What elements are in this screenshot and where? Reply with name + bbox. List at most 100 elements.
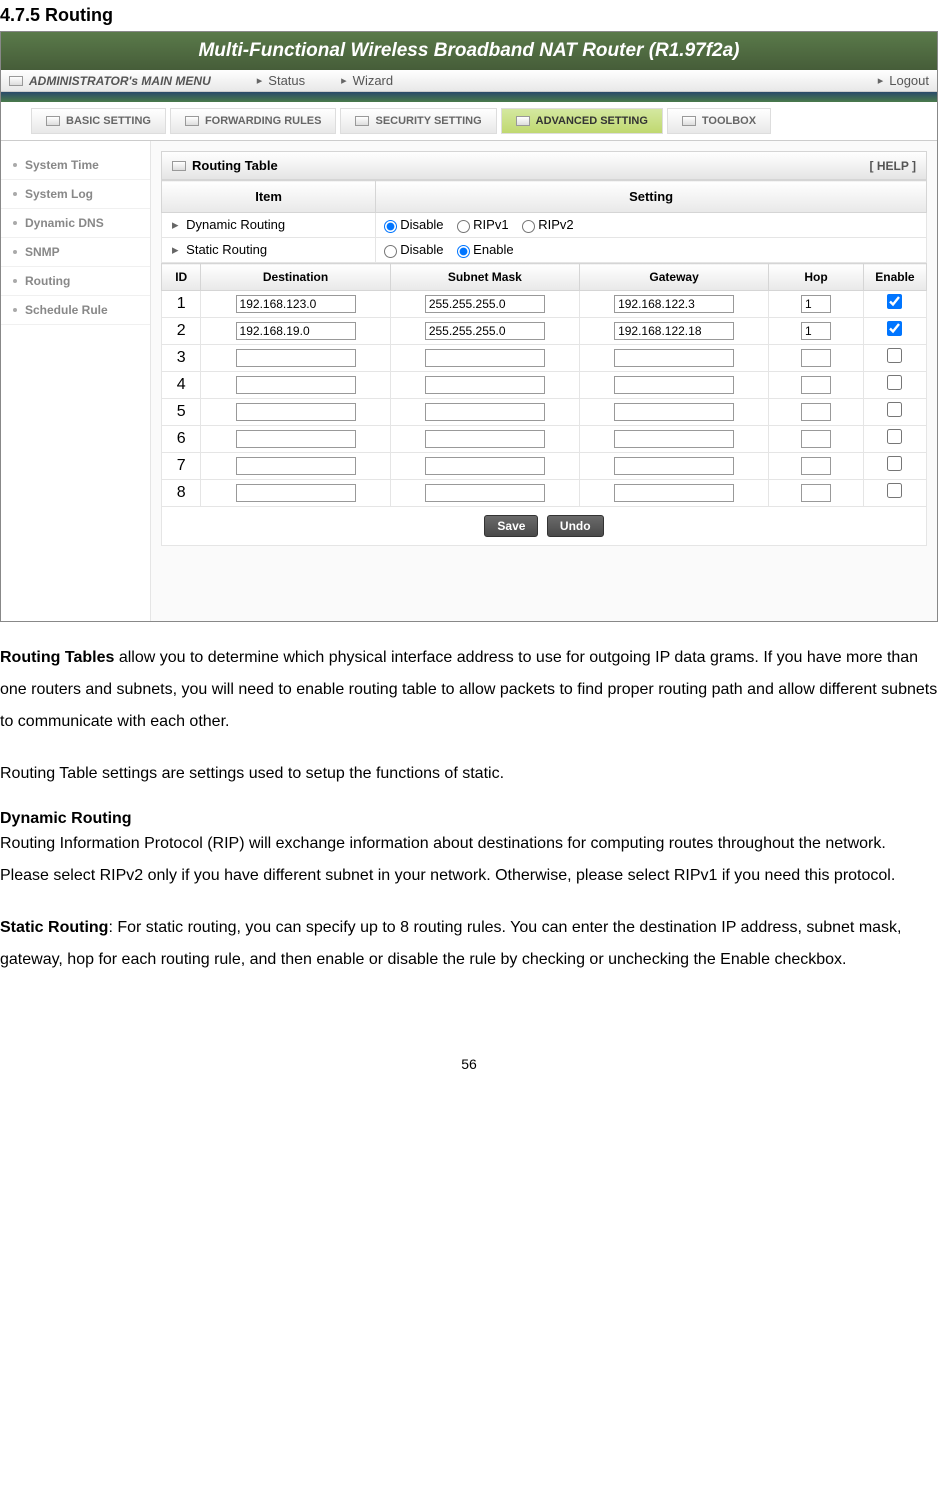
destination-input[interactable] — [236, 403, 356, 421]
sidebar-item-label: Routing — [25, 274, 70, 288]
sidebar-item-dynamic-dns[interactable]: Dynamic DNS — [1, 209, 150, 238]
route-table: ID Destination Subnet Mask Gateway Hop E… — [161, 263, 927, 507]
route-id: 1 — [162, 291, 201, 318]
route-id: 4 — [162, 372, 201, 399]
column-header-destination: Destination — [201, 264, 390, 291]
table-row: 5 — [162, 399, 927, 426]
help-link[interactable]: [ HELP ] — [870, 159, 916, 173]
gateway-input[interactable] — [614, 376, 734, 394]
bullet-icon — [13, 192, 17, 196]
panel-title: Routing Table — [192, 158, 278, 173]
tab-toolbox[interactable]: TOOLBOX — [667, 108, 771, 134]
doc-paragraph-1: Routing Tables allow you to determine wh… — [0, 642, 938, 738]
hop-input[interactable] — [801, 349, 831, 367]
doc-paragraph-2: Routing Table settings are settings used… — [0, 758, 938, 790]
static-routing-label: ▸ Static Routing — [162, 238, 376, 263]
enable-checkbox[interactable] — [887, 348, 902, 363]
dynamic-routing-label: ▸ Dynamic Routing — [162, 213, 376, 238]
tab-forwarding-rules[interactable]: FORWARDING RULES — [170, 108, 337, 134]
sidebar-item-system-time[interactable]: System Time — [1, 151, 150, 180]
menu-logout[interactable]: Logout — [889, 73, 929, 88]
destination-input[interactable] — [236, 430, 356, 448]
panel-header: Routing Table [ HELP ] — [161, 151, 927, 180]
sidebar-item-snmp[interactable]: SNMP — [1, 238, 150, 267]
radio-static-disable[interactable] — [384, 245, 397, 258]
gateway-input[interactable] — [614, 457, 734, 475]
radio-label-disable: Disable — [400, 217, 443, 232]
table-row: 6 — [162, 426, 927, 453]
column-header-enable: Enable — [863, 264, 926, 291]
column-header-gateway: Gateway — [579, 264, 768, 291]
subnet-mask-input[interactable] — [425, 403, 545, 421]
hop-input[interactable] — [801, 376, 831, 394]
column-header-id: ID — [162, 264, 201, 291]
tab-label: TOOLBOX — [702, 115, 756, 127]
bullet-icon — [13, 221, 17, 225]
menu-status[interactable]: Status — [268, 73, 305, 88]
destination-input[interactable] — [236, 322, 356, 340]
gateway-input[interactable] — [614, 484, 734, 502]
column-header-item: Item — [162, 181, 376, 213]
enable-checkbox[interactable] — [887, 456, 902, 471]
undo-button[interactable]: Undo — [547, 515, 604, 537]
bullet-icon — [13, 250, 17, 254]
subnet-mask-input[interactable] — [425, 376, 545, 394]
subnet-mask-input[interactable] — [425, 430, 545, 448]
sidebar-item-label: SNMP — [25, 245, 60, 259]
hop-input[interactable] — [801, 403, 831, 421]
gateway-input[interactable] — [614, 403, 734, 421]
radio-ripv1[interactable] — [457, 220, 470, 233]
radio-disable[interactable] — [384, 220, 397, 233]
save-button[interactable]: Save — [484, 515, 538, 537]
destination-input[interactable] — [236, 295, 356, 313]
sidebar-item-system-log[interactable]: System Log — [1, 180, 150, 209]
enable-checkbox[interactable] — [887, 429, 902, 444]
arrow-icon: ▸ — [257, 74, 263, 87]
dynamic-routing-options: Disable RIPv1 RIPv2 — [376, 213, 927, 238]
radio-ripv2[interactable] — [522, 220, 535, 233]
doc-paragraph-4: Static Routing: For static routing, you … — [0, 912, 938, 976]
enable-checkbox[interactable] — [887, 294, 902, 309]
tab-advanced-setting[interactable]: ADVANCED SETTING — [501, 108, 663, 134]
enable-checkbox[interactable] — [887, 483, 902, 498]
subnet-mask-input[interactable] — [425, 295, 545, 313]
subnet-mask-input[interactable] — [425, 322, 545, 340]
destination-input[interactable] — [236, 484, 356, 502]
table-row: 7 — [162, 453, 927, 480]
route-id: 2 — [162, 318, 201, 345]
hop-input[interactable] — [801, 484, 831, 502]
sidebar-item-label: Schedule Rule — [25, 303, 108, 317]
sidebar-item-label: System Time — [25, 158, 99, 172]
subnet-mask-input[interactable] — [425, 457, 545, 475]
route-id: 6 — [162, 426, 201, 453]
sidebar-item-routing[interactable]: Routing — [1, 267, 150, 296]
hop-input[interactable] — [801, 322, 831, 340]
sidebar-item-schedule-rule[interactable]: Schedule Rule — [1, 296, 150, 325]
hop-input[interactable] — [801, 430, 831, 448]
dynamic-routing-heading: Dynamic Routing — [0, 810, 938, 828]
subnet-mask-input[interactable] — [425, 349, 545, 367]
destination-input[interactable] — [236, 349, 356, 367]
hop-input[interactable] — [801, 457, 831, 475]
gateway-input[interactable] — [614, 322, 734, 340]
enable-checkbox[interactable] — [887, 375, 902, 390]
arrow-icon: ▸ — [172, 242, 179, 257]
hop-input[interactable] — [801, 295, 831, 313]
gateway-input[interactable] — [614, 349, 734, 367]
gateway-input[interactable] — [614, 430, 734, 448]
gateway-input[interactable] — [614, 295, 734, 313]
tab-basic-setting[interactable]: BASIC SETTING — [31, 108, 166, 134]
enable-checkbox[interactable] — [887, 402, 902, 417]
bullet-icon — [13, 279, 17, 283]
radio-static-enable[interactable] — [457, 245, 470, 258]
destination-input[interactable] — [236, 457, 356, 475]
subnet-mask-input[interactable] — [425, 484, 545, 502]
menu-wizard[interactable]: Wizard — [353, 73, 393, 88]
settings-table: Item Setting ▸ Dynamic Routing Disable R… — [161, 180, 927, 263]
enable-checkbox[interactable] — [887, 321, 902, 336]
radio-label-ripv1: RIPv1 — [473, 217, 508, 232]
destination-input[interactable] — [236, 376, 356, 394]
tab-security-setting[interactable]: SECURITY SETTING — [340, 108, 496, 134]
admin-menu-title: ADMINISTRATOR's MAIN MENU — [29, 74, 211, 88]
bullet-icon — [13, 308, 17, 312]
